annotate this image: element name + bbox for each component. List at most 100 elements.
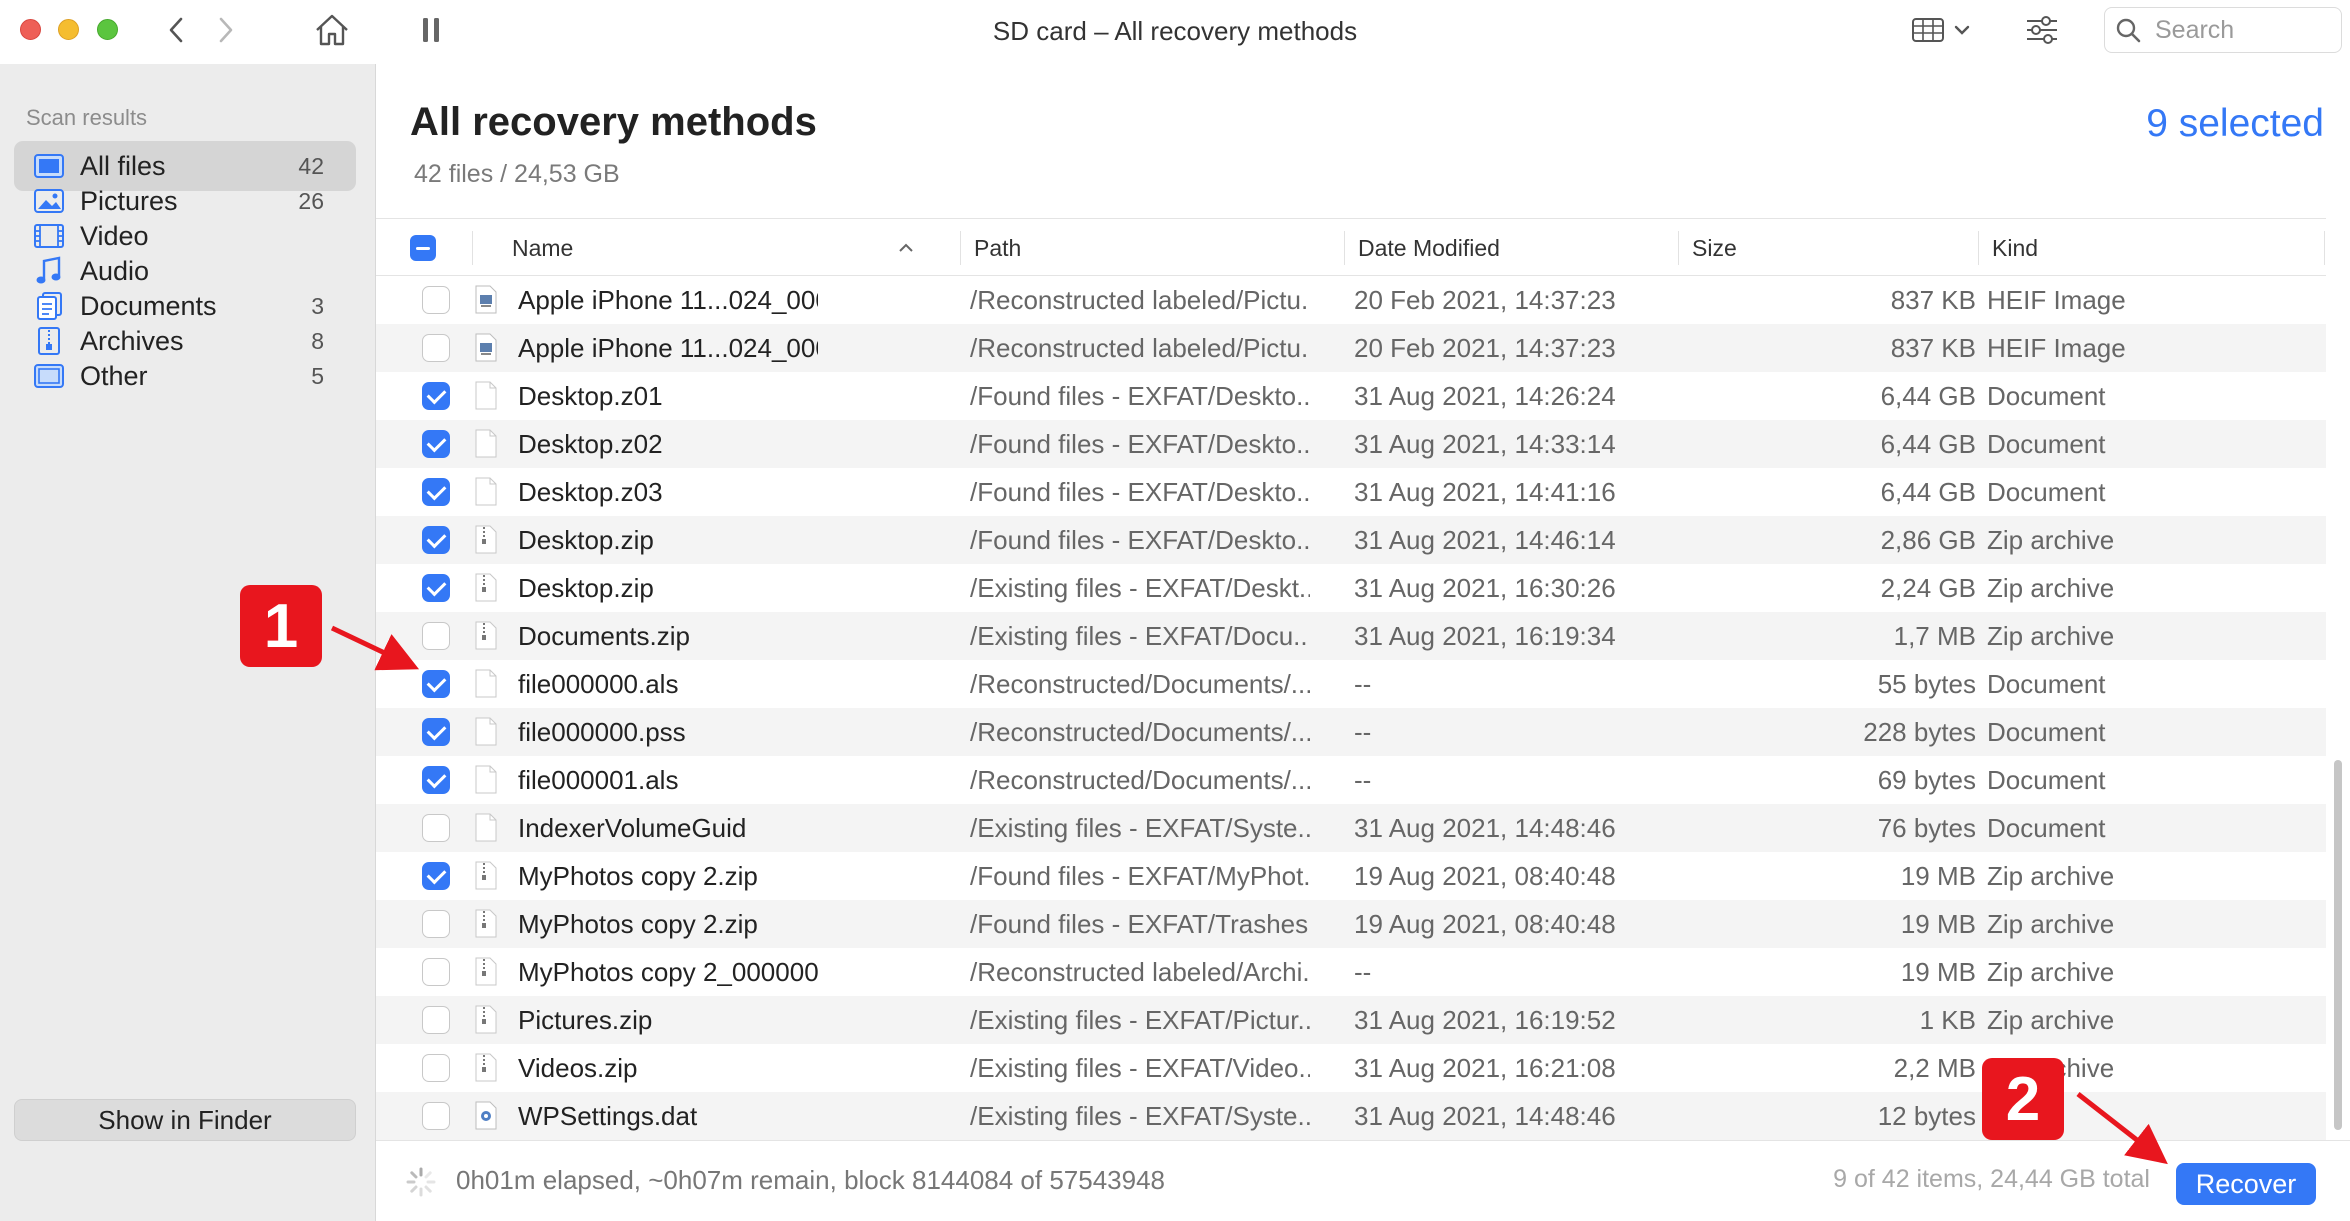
- table-row[interactable]: file000000.pss/Reconstructed/Documents/.…: [376, 708, 2326, 756]
- column-separator: [960, 231, 961, 265]
- row-checkbox[interactable]: [422, 766, 450, 794]
- column-header-size[interactable]: Size: [1692, 219, 1892, 277]
- file-path: /Found files - EXFAT/Deskto...: [970, 429, 1310, 459]
- search-icon: [2116, 18, 2141, 43]
- table-row[interactable]: Pictures.zip/Existing files - EXFAT/Pict…: [376, 996, 2326, 1044]
- table-row[interactable]: Desktop.zip/Found files - EXFAT/Deskto..…: [376, 516, 2326, 564]
- row-checkbox[interactable]: [422, 670, 450, 698]
- row-checkbox[interactable]: [422, 1102, 450, 1130]
- status-bar: 0h01m elapsed, ~0h07m remain, block 8144…: [376, 1140, 2350, 1221]
- file-path: /Existing files - EXFAT/Deskt...: [970, 573, 1310, 603]
- table-row[interactable]: Desktop.z03/Found files - EXFAT/Deskto..…: [376, 468, 2326, 516]
- row-checkbox[interactable]: [422, 814, 450, 842]
- table-row[interactable]: MyPhotos copy 2.zip/Found files - EXFAT/…: [376, 852, 2326, 900]
- file-name: file000000.pss: [518, 717, 686, 747]
- row-checkbox[interactable]: [422, 862, 450, 890]
- file-kind: HEIF Image: [1987, 285, 2126, 315]
- file-path: /Existing files - EXFAT/Syste...: [970, 1101, 1310, 1131]
- file-size: 837 KB: [1890, 285, 1976, 315]
- file-size: 19 MB: [1900, 909, 1976, 939]
- search-box[interactable]: [2104, 7, 2342, 53]
- row-checkbox[interactable]: [422, 958, 450, 986]
- row-checkbox[interactable]: [422, 718, 450, 746]
- file-date-modified: 20 Feb 2021, 14:37:23: [1354, 285, 1616, 315]
- row-checkbox[interactable]: [422, 430, 450, 458]
- table-row[interactable]: Desktop.z02/Found files - EXFAT/Deskto..…: [376, 420, 2326, 468]
- back-button[interactable]: [162, 10, 190, 50]
- minimize-window-button[interactable]: [58, 19, 79, 40]
- file-name: Videos.zip: [518, 1053, 638, 1083]
- table-row[interactable]: MyPhotos copy 2_000000.zip/Reconstructed…: [376, 948, 2326, 996]
- table-row[interactable]: MyPhotos copy 2.zip/Found files - EXFAT/…: [376, 900, 2326, 948]
- select-all-checkbox[interactable]: [410, 235, 436, 261]
- file-path: /Existing files - EXFAT/Docu...: [970, 621, 1310, 651]
- file-name: Desktop.z01: [518, 381, 663, 411]
- zoom-window-button[interactable]: [97, 19, 118, 40]
- file-name: Documents.zip: [518, 621, 690, 651]
- selection-total: 9 of 42 items, 24,44 GB total: [1833, 1165, 2150, 1193]
- column-separator: [1978, 231, 1979, 265]
- row-checkbox[interactable]: [422, 1006, 450, 1034]
- recover-button[interactable]: Recover: [2176, 1163, 2316, 1205]
- file-date-modified: --: [1354, 669, 1372, 699]
- chevron-down-icon: [1954, 25, 1970, 35]
- file-date-modified: 31 Aug 2021, 14:33:14: [1354, 429, 1616, 459]
- file-size: 6,44 GB: [1880, 429, 1976, 459]
- file-date-modified: 31 Aug 2021, 14:48:46: [1354, 813, 1616, 843]
- row-checkbox[interactable]: [422, 286, 450, 314]
- table-row[interactable]: file000001.als/Reconstructed/Documents/.…: [376, 756, 2326, 804]
- file-heic-icon: [475, 333, 497, 362]
- forward-button[interactable]: [212, 10, 240, 50]
- row-checkbox[interactable]: [422, 574, 450, 602]
- column-header-path[interactable]: Path: [974, 219, 1274, 277]
- sort-ascending-icon: [899, 243, 913, 252]
- selected-count[interactable]: 9 selected: [2146, 102, 2324, 146]
- table-row[interactable]: Apple iPhone 11...024_000023.heic/Recons…: [376, 324, 2326, 372]
- home-button[interactable]: [310, 10, 354, 50]
- file-date-modified: 20 Feb 2021, 14:37:23: [1354, 333, 1616, 363]
- sidebar-item-other[interactable]: Other 5: [14, 351, 356, 401]
- row-checkbox[interactable]: [422, 478, 450, 506]
- column-separator: [472, 231, 473, 265]
- view-mode-button[interactable]: [1908, 10, 1974, 50]
- file-size: 19 MB: [1900, 861, 1976, 891]
- file-zip-icon: [475, 861, 497, 890]
- pause-scan-button[interactable]: [416, 10, 446, 50]
- file-kind: Zip archive: [1987, 1005, 2115, 1035]
- table-header: Name Path Date Modified Size Kind: [376, 218, 2326, 276]
- file-path: /Reconstructed labeled/Pictu...: [970, 285, 1310, 315]
- row-checkbox[interactable]: [422, 526, 450, 554]
- sliders-icon: [2027, 16, 2057, 44]
- other-icon: [32, 359, 66, 393]
- filter-settings-button[interactable]: [2022, 10, 2062, 50]
- file-doc-icon: [475, 381, 497, 410]
- table-row[interactable]: Documents.zip/Existing files - EXFAT/Doc…: [376, 612, 2326, 660]
- annotation-badge-1: 1: [240, 585, 322, 667]
- column-header-name[interactable]: Name: [512, 219, 913, 277]
- file-size: 69 bytes: [1877, 765, 1976, 795]
- page-title: All recovery methods: [410, 100, 817, 144]
- table-row[interactable]: Desktop.zip/Existing files - EXFAT/Deskt…: [376, 564, 2326, 612]
- search-input[interactable]: [2153, 14, 2323, 46]
- column-header-kind[interactable]: Kind: [1992, 219, 2192, 277]
- file-date-modified: 31 Aug 2021, 16:30:26: [1354, 573, 1616, 603]
- row-checkbox[interactable]: [422, 1054, 450, 1082]
- row-checkbox[interactable]: [422, 622, 450, 650]
- file-path: /Reconstructed/Documents/...: [970, 765, 1310, 795]
- file-name: Pictures.zip: [518, 1005, 653, 1035]
- row-checkbox[interactable]: [422, 910, 450, 938]
- scrollbar-thumb[interactable]: [2334, 760, 2342, 1130]
- column-header-date-modified[interactable]: Date Modified: [1358, 219, 1658, 277]
- file-date-modified: 31 Aug 2021, 14:26:24: [1354, 381, 1616, 411]
- table-row[interactable]: file000000.als/Reconstructed/Documents/.…: [376, 660, 2326, 708]
- close-window-button[interactable]: [20, 19, 41, 40]
- show-in-finder-button[interactable]: Show in Finder: [14, 1099, 356, 1141]
- grid-view-icon: [1912, 18, 1944, 42]
- row-checkbox[interactable]: [422, 334, 450, 362]
- table-row[interactable]: Apple iPhone 11...024_000014.heic/Recons…: [376, 276, 2326, 324]
- row-checkbox[interactable]: [422, 382, 450, 410]
- file-name: Desktop.zip: [518, 525, 654, 555]
- table-row[interactable]: Desktop.z01/Found files - EXFAT/Deskto..…: [376, 372, 2326, 420]
- file-date-modified: 19 Aug 2021, 08:40:48: [1354, 861, 1616, 891]
- table-row[interactable]: IndexerVolumeGuid/Existing files - EXFAT…: [376, 804, 2326, 852]
